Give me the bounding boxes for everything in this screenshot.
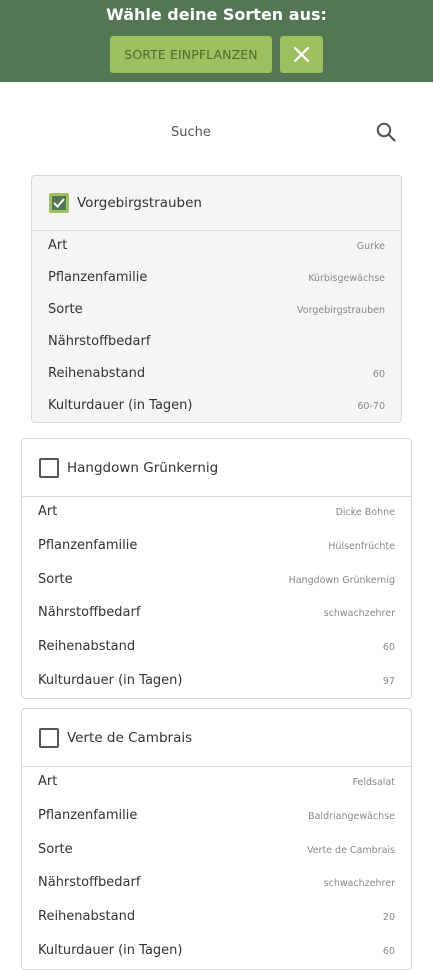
property-label: Art [48, 238, 68, 253]
property-label: Pflanzenfamilie [38, 538, 138, 553]
variety-card[interactable]: Verte de Cambrais Art Feldsalat Pflanzen… [21, 708, 412, 970]
property-value: Feldsalat [352, 777, 395, 788]
property-label: Nährstoffbedarf [38, 605, 141, 620]
property-row: Nährstoffbedarf schwachzehrer [22, 597, 411, 629]
variety-card-header: Hangdown Grünkernig [22, 439, 411, 497]
property-label: Art [38, 774, 58, 789]
property-row: Sorte Vorgebirgstrauben [32, 294, 401, 326]
property-row: Kulturdauer (in Tagen) 97 [22, 665, 411, 697]
variety-card-header: Verte de Cambrais [22, 709, 411, 767]
property-row: Reihenabstand 60 [32, 358, 401, 390]
plant-variety-button[interactable]: SORTE EINPFLANZEN [110, 36, 272, 73]
variety-card-header: Vorgebirgstrauben [32, 176, 401, 231]
variety-checkbox[interactable] [39, 728, 59, 748]
property-label: Sorte [38, 842, 73, 857]
property-value: 60 [382, 642, 395, 653]
property-row: Sorte Hangdown Grünkernig [22, 564, 411, 596]
property-value: 97 [382, 676, 395, 687]
variety-checkbox[interactable] [39, 458, 59, 478]
property-label: Kulturdauer (in Tagen) [38, 673, 183, 688]
property-value: Verte de Cambrais [306, 845, 395, 856]
search-input[interactable] [80, 112, 302, 152]
property-row: Nährstoffbedarf [32, 326, 401, 358]
property-row: Art Gurke [32, 230, 401, 262]
close-button[interactable] [280, 36, 323, 73]
checkmark-icon [53, 198, 65, 208]
property-label: Sorte [48, 302, 83, 317]
property-row: Pflanzenfamilie Hülsenfrüchte [22, 530, 411, 562]
search-bar [0, 112, 433, 152]
property-row: Art Feldsalat [22, 766, 411, 798]
property-value: Baldriangewächse [308, 811, 395, 822]
property-row: Pflanzenfamilie Baldriangewächse [22, 800, 411, 832]
variety-name: Hangdown Grünkernig [67, 460, 219, 476]
property-value: 20 [382, 912, 395, 923]
property-label: Reihenabstand [38, 909, 136, 924]
property-row: Nährstoffbedarf schwachzehrer [22, 867, 411, 899]
property-row: Reihenabstand 20 [22, 901, 411, 933]
property-row: Sorte Verte de Cambrais [22, 834, 411, 866]
property-value: 60-70 [357, 401, 385, 412]
property-row: Pflanzenfamilie Kürbisgewächse [32, 262, 401, 294]
property-label: Reihenabstand [38, 639, 136, 654]
property-label: Sorte [38, 572, 73, 587]
property-value: Vorgebirgstrauben [297, 305, 385, 316]
property-value: 60 [382, 946, 395, 957]
property-value: Gurke [356, 241, 385, 252]
property-value: Dicke Bohne [335, 507, 395, 518]
variety-name: Verte de Cambrais [67, 730, 193, 746]
variety-name: Vorgebirgstrauben [77, 195, 202, 211]
search-icon[interactable] [376, 122, 396, 142]
page-title: Wähle deine Sorten aus: [106, 5, 327, 24]
property-value: schwachzehrer [323, 608, 395, 619]
property-label: Reihenabstand [48, 366, 146, 381]
variety-checkbox[interactable] [49, 193, 69, 213]
property-row: Art Dicke Bohne [22, 496, 411, 528]
property-value: schwachzehrer [323, 878, 395, 889]
property-value: 60 [372, 369, 385, 380]
header-bar: Wähle deine Sorten aus: SORTE EINPFLANZE… [0, 0, 433, 82]
property-label: Nährstoffbedarf [48, 334, 151, 349]
property-label: Pflanzenfamilie [48, 270, 148, 285]
variety-card[interactable]: Hangdown Grünkernig Art Dicke Bohne Pfla… [21, 438, 412, 699]
property-label: Pflanzenfamilie [38, 808, 138, 823]
property-row: Reihenabstand 60 [22, 631, 411, 663]
property-row: Kulturdauer (in Tagen) 60-70 [32, 390, 401, 422]
close-icon [293, 46, 310, 63]
property-value: Hangdown Grünkernig [288, 575, 395, 586]
property-value: Hülsenfrüchte [328, 541, 395, 552]
property-label: Art [38, 504, 58, 519]
property-value: Kürbisgewächse [308, 273, 385, 284]
property-label: Kulturdauer (in Tagen) [48, 398, 193, 413]
property-label: Kulturdauer (in Tagen) [38, 943, 183, 958]
property-row: Kulturdauer (in Tagen) 60 [22, 935, 411, 967]
property-label: Nährstoffbedarf [38, 875, 141, 890]
variety-card[interactable]: Vorgebirgstrauben Art Gurke Pflanzenfami… [31, 175, 402, 423]
